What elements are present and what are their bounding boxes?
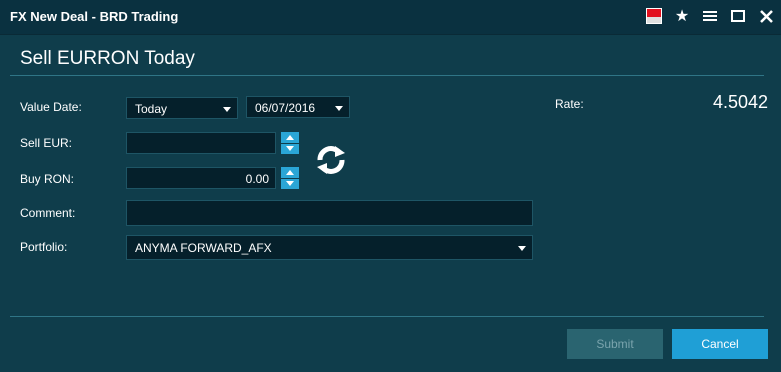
portfolio-select-text: ANYMA FORWARD_AFX bbox=[135, 241, 272, 255]
maximize-icon[interactable] bbox=[729, 7, 747, 25]
buy-amount-input[interactable]: 0.00 bbox=[126, 167, 276, 189]
comment-label: Comment: bbox=[20, 206, 76, 220]
buy-amount-stepper[interactable] bbox=[281, 167, 299, 189]
rate-value: 4.5042 bbox=[712, 92, 768, 112]
value-date-date-text: 06/07/2016 bbox=[255, 101, 316, 115]
value-date-label: Value Date: bbox=[20, 100, 82, 114]
submit-button[interactable]: Submit bbox=[567, 329, 663, 359]
header-divider bbox=[10, 75, 764, 76]
swap-direction-icon[interactable] bbox=[314, 143, 348, 177]
menu-icon[interactable] bbox=[701, 7, 719, 25]
star-icon[interactable]: ★ bbox=[673, 7, 691, 25]
chevron-down-icon bbox=[223, 107, 231, 112]
sell-label: Sell EUR: bbox=[20, 136, 73, 150]
buy-amount-value: 0.00 bbox=[245, 172, 269, 186]
chevron-down-icon bbox=[518, 246, 526, 251]
window-controls: ★ bbox=[645, 7, 775, 25]
value-date-tenor-select[interactable]: Today bbox=[126, 97, 238, 119]
fx-new-deal-window: FX New Deal - BRD Trading ★ Sell EURRON … bbox=[0, 0, 781, 372]
portfolio-label: Portfolio: bbox=[20, 240, 68, 254]
sell-amount-stepper[interactable] bbox=[281, 132, 299, 154]
flag-icon[interactable] bbox=[645, 7, 663, 25]
decrement-button[interactable] bbox=[281, 178, 299, 189]
buy-label: Buy RON: bbox=[20, 172, 75, 186]
value-date-date-select[interactable]: 06/07/2016 bbox=[246, 96, 350, 118]
cancel-button[interactable]: Cancel bbox=[672, 329, 768, 359]
portfolio-select[interactable]: ANYMA FORWARD_AFX bbox=[126, 235, 533, 260]
increment-button[interactable] bbox=[281, 167, 299, 178]
rate-label: Rate: bbox=[555, 97, 584, 111]
window-title: FX New Deal - BRD Trading bbox=[10, 9, 179, 24]
footer-divider bbox=[10, 316, 764, 317]
title-bar: FX New Deal - BRD Trading ★ bbox=[0, 0, 781, 35]
page-title: Sell EURRON Today bbox=[20, 48, 195, 69]
chevron-down-icon bbox=[335, 106, 343, 111]
decrement-button[interactable] bbox=[281, 143, 299, 154]
value-date-tenor-text: Today bbox=[135, 102, 168, 116]
close-icon[interactable] bbox=[757, 7, 775, 25]
comment-input[interactable] bbox=[126, 200, 533, 226]
increment-button[interactable] bbox=[281, 132, 299, 143]
sell-amount-input[interactable] bbox=[126, 132, 276, 154]
